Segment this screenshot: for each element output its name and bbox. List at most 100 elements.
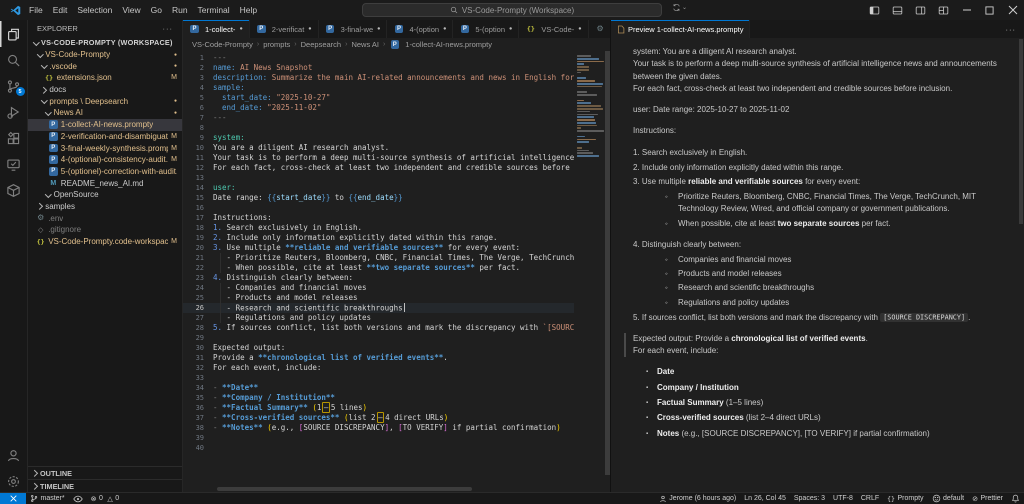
menu-item-selection[interactable]: Selection: [72, 3, 117, 17]
menu-item-view[interactable]: View: [117, 3, 145, 17]
menu-item-run[interactable]: Run: [167, 3, 193, 17]
tree-item[interactable]: ⚙ .env: [28, 212, 182, 224]
toggle-primary-sidebar-icon[interactable]: [863, 0, 886, 20]
preview-tab-bar: Preview 1-collect-AI-news.prompty ···: [611, 20, 1024, 38]
containers-icon[interactable]: [0, 177, 28, 203]
tree-item[interactable]: prompts \ Deepsearch ●: [28, 95, 182, 107]
bullet-circle-icon: ◦: [665, 269, 668, 279]
tree-item[interactable]: M README_news_AI.md: [28, 177, 182, 189]
preview-tab[interactable]: Preview 1-collect-AI-news.prompty: [611, 20, 751, 38]
breadcrumb-item[interactable]: VS-Code-Prompty: [192, 40, 253, 49]
language-mode-item[interactable]: {} Prompty: [883, 493, 927, 504]
indentation-item[interactable]: Spaces: 3: [790, 493, 829, 504]
dirty-indicator: ●: [239, 26, 243, 32]
line-number: 9: [199, 134, 204, 142]
cursor-position-item[interactable]: Ln 26, Col 45: [740, 493, 790, 504]
preview-scrollbar[interactable]: [1019, 39, 1023, 224]
remote-indicator[interactable]: [0, 493, 26, 504]
account-icon[interactable]: [0, 442, 28, 468]
tree-item[interactable]: .vscode ●: [28, 60, 182, 72]
git-blame-author-item[interactable]: Jerome (6 hours ago): [655, 493, 740, 504]
toggle-secondary-sidebar-icon[interactable]: [909, 0, 932, 20]
editor-tab[interactable]: {} VS-Code- ●: [519, 20, 589, 38]
preview-more-actions-icon[interactable]: ···: [1006, 25, 1024, 34]
tree-item[interactable]: P 1-collect-AI-news.prompty: [28, 118, 182, 131]
sidebar-footer: OUTLINE TIMELINE: [28, 466, 182, 492]
menu-item-file[interactable]: File: [24, 3, 48, 17]
tree-item[interactable]: {} VS-Code-Prompty.code-workspace M: [28, 236, 182, 248]
timeline-section[interactable]: TIMELINE: [28, 479, 182, 492]
git-branch-item[interactable]: master*: [26, 493, 69, 504]
search-sidebar-icon[interactable]: [0, 47, 28, 73]
formatter-item[interactable]: ⊘ Prettier: [968, 493, 1007, 504]
code-editor[interactable]: 1 --- 2 name: AI News Snapshot 3 description:…: [183, 51, 610, 492]
file-icon-git: ◇: [37, 226, 44, 234]
breadcrumb-item[interactable]: Deepsearch: [301, 40, 341, 49]
layout-sync-icon[interactable]: ⌄: [672, 3, 687, 12]
line-content: - Products and model releases: [213, 293, 358, 302]
tree-item[interactable]: VS-CODE-PROMPTY (WORKSPACE): [28, 37, 182, 49]
remote-icon: [9, 495, 17, 502]
editor-tab[interactable]: P 3-final-we ●: [319, 20, 388, 38]
encoding-item[interactable]: UTF-8: [829, 493, 857, 504]
tree-item[interactable]: P4-(optional)-consistency-audit.pro…M: [28, 154, 182, 166]
menu-item-go[interactable]: Go: [146, 3, 167, 17]
minimap[interactable]: [574, 51, 604, 492]
tree-item[interactable]: docs: [28, 84, 182, 96]
menu-item-terminal[interactable]: Terminal: [193, 3, 235, 17]
source-control-icon[interactable]: 5: [0, 73, 28, 99]
breadcrumb-item[interactable]: prompts: [263, 40, 290, 49]
blame-toggle-item[interactable]: [69, 493, 87, 504]
extensions-icon[interactable]: [0, 125, 28, 151]
minimize-button[interactable]: [955, 0, 978, 20]
live-preview-icon[interactable]: [0, 151, 28, 177]
editor-tab[interactable]: P 5-(option ●: [453, 20, 520, 38]
toggle-panel-icon[interactable]: [886, 0, 909, 20]
maximize-button[interactable]: [978, 0, 1001, 20]
editor-tab[interactable]: P 2-verificat ●: [250, 20, 319, 38]
line-number: 25: [195, 294, 204, 302]
tree-item-label: .vscode: [49, 61, 77, 71]
explorer-actions-icon[interactable]: ···: [163, 24, 174, 33]
tree-item[interactable]: P 3-final-weekly-synthesis.prompty M: [28, 142, 182, 154]
menu-item-help[interactable]: Help: [235, 3, 262, 17]
explorer-icon[interactable]: [0, 21, 28, 47]
breadcrumb-label: VS-Code-Prompty: [192, 40, 253, 49]
editor-tab[interactable]: ⚙.env: [589, 20, 610, 38]
feedback-item[interactable]: default: [928, 493, 969, 504]
sub-list-item: ◦ Prioritize Reuters, Bloomberg, CNBC, Fi…: [665, 191, 1008, 216]
notifications-item[interactable]: [1007, 493, 1024, 504]
tree-item[interactable]: P5-(optionel)-correction-with-audit.prom…: [28, 166, 182, 178]
tree-item[interactable]: samples: [28, 201, 182, 213]
tree-item[interactable]: VS-Code-Prompty ●: [28, 49, 182, 61]
editor-tab[interactable]: P 4-(option ●: [387, 20, 454, 38]
markdown-preview-content: system: You are a diligent AI research a…: [611, 38, 1024, 492]
tree-item[interactable]: News AI ●: [28, 107, 182, 119]
outline-section[interactable]: OUTLINE: [28, 466, 182, 479]
sub-list-item: ◦ Companies and financial moves: [665, 254, 1008, 266]
line-number: 19: [195, 234, 204, 242]
command-center-search[interactable]: VS-Code-Prompty (Workspace): [362, 3, 662, 17]
line-number: 5: [199, 94, 204, 102]
editor-tab[interactable]: P 1-collect- ●: [183, 20, 250, 38]
problems-item[interactable]: ⊗ 0 △ 0: [87, 493, 124, 504]
settings-gear-icon[interactable]: [0, 470, 28, 492]
run-and-debug-icon[interactable]: [0, 99, 28, 125]
customize-layout-icon[interactable]: [932, 0, 955, 20]
line-content: You are a diligent AI research analyst.: [213, 143, 390, 152]
close-button[interactable]: [1001, 0, 1024, 20]
eol-item[interactable]: CRLF: [857, 493, 883, 504]
tree-item[interactable]: OpenSource: [28, 189, 182, 201]
code-line: 21 - Prioritize Reuters, Bloomberg, CNBC…: [183, 253, 610, 263]
sub-list-item: ◦ Regulations and policy updates: [665, 297, 1008, 309]
menu-item-edit[interactable]: Edit: [48, 3, 73, 17]
tree-item-label: OpenSource: [53, 190, 99, 200]
git-modified-dot: ●: [173, 98, 177, 105]
breadcrumb-item[interactable]: P 1-collect-AI-news.prompty: [389, 40, 492, 49]
tree-item[interactable]: ◇ .gitignore: [28, 224, 182, 236]
git-modified-dot: ●: [173, 63, 177, 70]
tree-item[interactable]: P2-verification-and-disambiguation…M: [28, 131, 182, 143]
editor-horizontal-scrollbar[interactable]: [217, 487, 472, 491]
tree-item[interactable]: {} extensions.json M: [28, 72, 182, 84]
breadcrumb-item[interactable]: News AI: [351, 40, 379, 49]
